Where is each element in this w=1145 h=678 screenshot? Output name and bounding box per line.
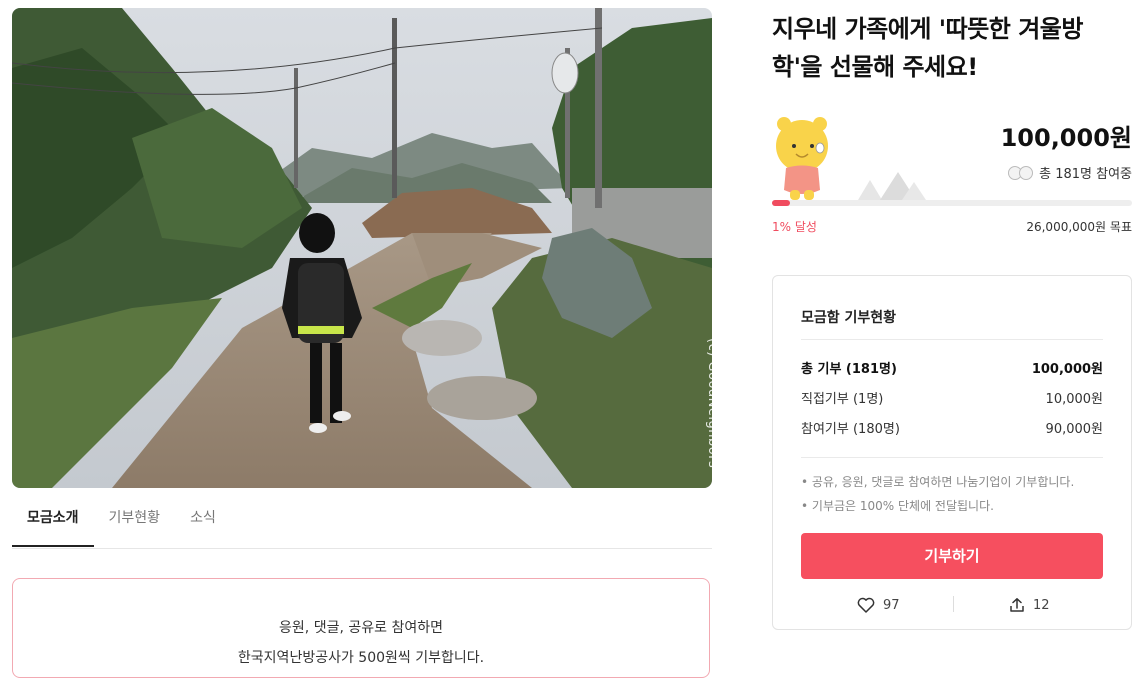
divider [801,339,1103,340]
tab-intro[interactable]: 모금소개 [12,496,94,547]
row-value: 100,000원 [1031,362,1103,377]
tab-donation-status[interactable]: 기부현황 [94,496,176,547]
summary-title: 모금함 기부현황 [801,310,897,326]
divider [801,457,1103,458]
notice-line-2: 한국지역난방공사가 500원씩 기부합니다. [237,650,485,666]
tab-news[interactable]: 소식 [175,496,231,547]
achieve-rate: 1% 달성 [772,220,817,234]
campaign-tabs: 모금소개 기부현황 소식 [12,496,712,549]
participant-avatars [1008,165,1034,180]
raised-amount: 100,000원 [1000,124,1132,152]
goal-amount: 26,000,000원 목표 [1026,220,1132,234]
row-label: 총 기부 (181명) [801,362,897,377]
progress-fill [772,200,790,206]
hero-photo [12,8,712,488]
participants-info: 총 181명 참여중 [1008,163,1132,182]
bullet-text: 기부금은 100% 단체에 전달됩니다. [811,499,994,513]
summary-row-direct: 직접기부 (1명) 10,000원 [801,388,1103,408]
heart-icon [857,597,875,613]
summary-row-total: 총 기부 (181명) 100,000원 [801,358,1103,378]
photo-credit: (c) GoodNeighbors [705,338,712,469]
share-icon [1010,598,1024,612]
divider [953,596,954,612]
like-button[interactable]: 97 [857,595,900,615]
info-bullet: • 공유, 응원, 댓글로 참여하면 나눔기업이 기부합니다. [801,475,1075,489]
participation-notice: 응원, 댓글, 공유로 참여하면 한국지역난방공사가 500원씩 기부합니다. [12,578,710,678]
share-count: 12 [1033,597,1050,613]
bullet-text: 공유, 응원, 댓글로 참여하면 나눔기업이 기부합니다. [811,475,1075,489]
campaign-hero-image: (c) GoodNeighbors [12,8,712,488]
mascot-character [776,117,828,200]
progress-bar [772,200,1132,206]
row-value: 10,000원 [1045,392,1103,407]
decorative-mountains [858,172,926,200]
donate-button[interactable]: 기부하기 [801,533,1103,579]
summary-row-participation: 참여기부 (180명) 90,000원 [801,418,1103,438]
like-count: 97 [883,597,900,613]
avatar [1019,165,1034,180]
share-button[interactable]: 12 [1009,595,1050,615]
donation-summary-card: 모금함 기부현황 총 기부 (181명) 100,000원 직접기부 (1명) … [772,275,1132,630]
row-label: 직접기부 (1명) [801,392,884,407]
row-label: 참여기부 (180명) [801,422,900,437]
notice-line-1: 응원, 댓글, 공유로 참여하면 [279,620,443,636]
participant-count: 총 181명 참여중 [1039,167,1132,182]
campaign-title: 지우네 가족에게 '따뜻한 겨울방학'을 선물해 주세요! [772,15,1083,81]
row-value: 90,000원 [1045,422,1103,437]
info-bullet: • 기부금은 100% 단체에 전달됩니다. [801,499,994,513]
